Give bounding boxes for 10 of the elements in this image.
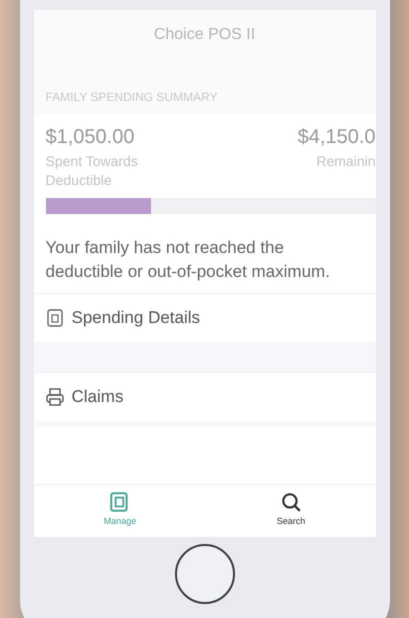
remaining-amount: $4,150.0: [298, 126, 376, 149]
tab[interactable]: Search: [266, 485, 316, 537]
search-icon: [280, 491, 302, 513]
document-icon: [46, 309, 64, 328]
printer-icon: [46, 388, 64, 406]
status-message: Your family has not reached the deductible or out-of-pocket maximum.: [44, 236, 331, 283]
header-title: Choice POS II: [154, 26, 256, 44]
spent-amount: $1,050.00: [46, 126, 136, 149]
remaining-label: Remainin: [316, 152, 376, 171]
spent-label: Spent Towards Deductible: [46, 152, 139, 190]
